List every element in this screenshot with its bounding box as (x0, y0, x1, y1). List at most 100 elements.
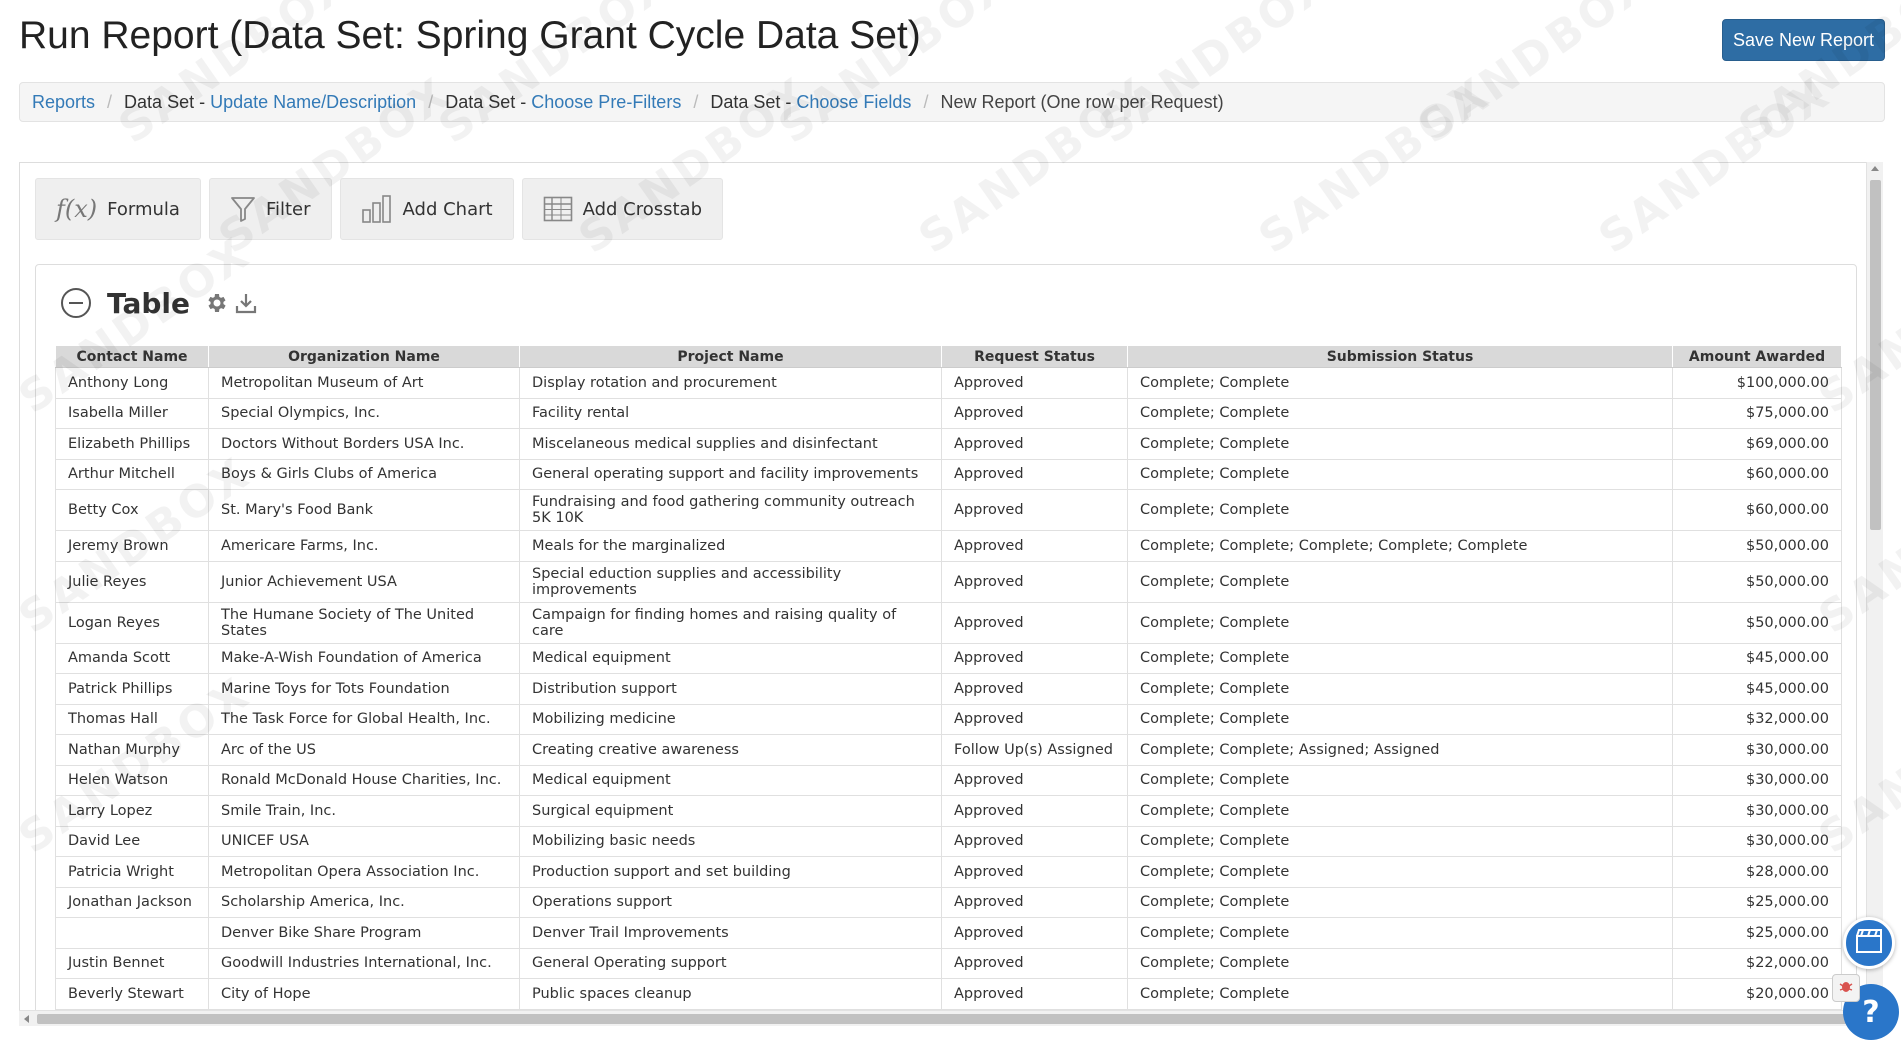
table-cell: Elizabeth Phillips (55, 428, 209, 460)
vertical-scroll-thumb[interactable] (1870, 180, 1881, 530)
table-cell: $20,000.00 (1672, 978, 1842, 1010)
table-cell: $50,000.00 (1672, 601, 1842, 644)
table-cell: St. Mary's Food Bank (208, 489, 520, 531)
column-header[interactable]: Submission Status (1127, 345, 1673, 368)
table-cell: Campaign for finding homes and raising q… (519, 601, 942, 644)
table-cell: Approved (941, 886, 1128, 918)
scroll-left-arrow-icon[interactable] (24, 1015, 29, 1023)
table-row: Denver Bike Share Program Denver Trail Im… (55, 917, 1842, 949)
table-cell: Mobilizing medicine (519, 703, 942, 735)
table-cell: Approved (941, 978, 1128, 1010)
table-cell: Complete; Complete (1127, 917, 1673, 949)
table-cell: Display rotation and procurement (519, 367, 942, 399)
table-cell: Complete; Complete (1127, 397, 1673, 429)
add-chart-label: Add Chart (402, 198, 493, 220)
vertical-scrollbar[interactable] (1866, 162, 1883, 1016)
table-cell: $60,000.00 (1672, 489, 1842, 531)
table-cell: Operations support (519, 886, 942, 918)
bug-icon (1838, 978, 1854, 999)
table-cell: Marine Toys for Tots Foundation (208, 673, 520, 705)
table-row: Thomas Hall The Task Force for Global Hea… (55, 703, 1842, 735)
table-cell: Complete; Complete (1127, 428, 1673, 460)
table-cell: Beverly Stewart (55, 978, 209, 1010)
table-cell: Thomas Hall (55, 703, 209, 735)
breadcrumb-reports-link[interactable]: Reports (32, 92, 95, 113)
table-cell: Complete; Complete (1127, 978, 1673, 1010)
table-row: Patricia Wright Metropolitan Opera Associ… (55, 856, 1842, 888)
page-header: Run Report (Data Set: Spring Grant Cycle… (0, 0, 1901, 80)
column-header[interactable]: Amount Awarded (1672, 345, 1842, 368)
table-cell: Production support and set building (519, 856, 942, 888)
breadcrumb: Reports / Data Set - Update Name/Descrip… (19, 82, 1885, 122)
table-cell: Isabella Miller (55, 397, 209, 429)
formula-icon: f(x) (56, 195, 98, 223)
table-cell: $45,000.00 (1672, 673, 1842, 705)
table-cell: Patricia Wright (55, 856, 209, 888)
table-cell: Complete; Complete (1127, 458, 1673, 490)
table-cell: Facility rental (519, 397, 942, 429)
breadcrumb-separator: / (107, 91, 113, 112)
filter-icon (230, 195, 256, 223)
gear-icon[interactable] (204, 291, 228, 315)
table-cell: Approved (941, 795, 1128, 827)
add-chart-button[interactable]: Add Chart (339, 178, 514, 240)
crosstab-icon (543, 196, 573, 222)
column-header[interactable]: Organization Name (208, 345, 520, 368)
save-new-report-button[interactable]: Save New Report (1722, 19, 1885, 61)
breadcrumb-fields-link[interactable]: Choose Fields (796, 92, 911, 113)
column-header[interactable]: Request Status (941, 345, 1128, 368)
scroll-up-arrow-icon[interactable] (1871, 166, 1879, 171)
table-cell: Americare Farms, Inc. (208, 530, 520, 562)
table-cell: $30,000.00 (1672, 825, 1842, 857)
table-cell: Complete; Complete (1127, 886, 1673, 918)
breadcrumb-update-name-link[interactable]: Update Name/Description (210, 92, 416, 113)
table-cell: $50,000.00 (1672, 530, 1842, 562)
table-cell: Approved (941, 917, 1128, 949)
table-cell: Approved (941, 703, 1128, 735)
table-cell: Betty Cox (55, 489, 209, 531)
horizontal-scroll-thumb[interactable] (37, 1014, 1847, 1024)
horizontal-scrollbar[interactable] (19, 1010, 1866, 1026)
table-row: Jeremy Brown Americare Farms, Inc. Meals f… (55, 530, 1842, 562)
table-cell: Public spaces cleanup (519, 978, 942, 1010)
column-header[interactable]: Project Name (519, 345, 942, 368)
table-cell: Amanda Scott (55, 642, 209, 674)
table-row: Anthony Long Metropolitan Museum of Art Di… (55, 367, 1842, 399)
table-cell: Denver Trail Improvements (519, 917, 942, 949)
table-card-header: Table (61, 285, 258, 321)
table-cell: General operating support and facility i… (519, 458, 942, 490)
table-cell: $100,000.00 (1672, 367, 1842, 399)
bug-report-button[interactable] (1832, 974, 1860, 1002)
table-cell: UNICEF USA (208, 825, 520, 857)
table-cell: Approved (941, 428, 1128, 460)
formula-button[interactable]: f(x) Formula (35, 178, 201, 240)
table-row: Arthur Mitchell Boys & Girls Clubs of Ame… (55, 458, 1842, 490)
download-icon[interactable] (234, 291, 258, 315)
table-cell: Anthony Long (55, 367, 209, 399)
table-row: Patrick Phillips Marine Toys for Tots Fou… (55, 673, 1842, 705)
table-cell: Complete; Complete (1127, 825, 1673, 857)
table-cell: Arthur Mitchell (55, 458, 209, 490)
table-card-title: Table (107, 286, 191, 320)
table-cell: Boys & Girls Clubs of America (208, 458, 520, 490)
table-cell: Complete; Complete (1127, 764, 1673, 796)
add-crosstab-button[interactable]: Add Crosstab (521, 178, 724, 240)
table-cell: $30,000.00 (1672, 764, 1842, 796)
table-cell: $69,000.00 (1672, 428, 1842, 460)
table-cell: $30,000.00 (1672, 734, 1842, 766)
report-workspace: f(x) Formula Filter Add Chart Add Crosst… (19, 162, 1870, 1026)
table-row: David Lee UNICEF USA Mobilizing basic need… (55, 825, 1842, 857)
breadcrumb-separator: / (693, 91, 699, 112)
table-cell: Complete; Complete (1127, 367, 1673, 399)
column-header[interactable]: Contact Name (55, 345, 209, 368)
breadcrumb-prefilters-link[interactable]: Choose Pre-Filters (531, 92, 681, 113)
filter-button[interactable]: Filter (208, 178, 332, 240)
video-help-button[interactable] (1843, 917, 1895, 969)
table-cell: Smile Train, Inc. (208, 795, 520, 827)
bar-chart-icon (361, 194, 393, 224)
table-cell: Justin Bennet (55, 947, 209, 979)
breadcrumb-ds-prefix: Data Set - (710, 91, 797, 112)
table-cell: Ronald McDonald House Charities, Inc. (208, 764, 520, 796)
collapse-icon[interactable] (61, 288, 91, 318)
table-cell: Complete; Complete (1127, 642, 1673, 674)
